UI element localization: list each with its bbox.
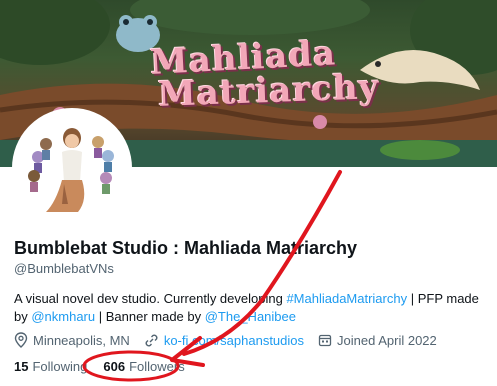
location-text: Minneapolis, MN (33, 332, 130, 348)
banner-logo: Mahliada Matriarchy (149, 33, 380, 115)
bio-text: A visual novel dev studio. Currently dev… (14, 291, 287, 306)
join-date: Joined April 2022 (318, 333, 437, 348)
profile-meta: Minneapolis, MN ko-fi.com/saphanstudios … (14, 332, 451, 348)
followers-label: Followers (129, 359, 185, 374)
annotation-arrow-shaft (182, 170, 342, 356)
join-date-text: Joined April 2022 (337, 332, 437, 348)
following-label: Following (32, 359, 88, 374)
avatar-illustration (16, 112, 128, 224)
user-handle: @BumblebatVNs (14, 261, 114, 276)
display-name: Bumblebat Studio : Mahliada Matriarchy (14, 238, 358, 258)
calendar-icon (318, 334, 332, 347)
hashtag-link[interactable]: #MahliadaMatriarchy (286, 291, 407, 306)
followers-count: 606 (103, 359, 126, 374)
banner-logo-line2: Matriarchy (157, 67, 380, 115)
following-count: 15 (14, 359, 29, 374)
website-link[interactable]: ko-fi.com/saphanstudios (164, 333, 304, 348)
mention-link-pfp[interactable]: @nkmharu (31, 309, 95, 324)
avatar[interactable] (12, 108, 132, 228)
website[interactable]: ko-fi.com/saphanstudios (144, 333, 304, 348)
following-link[interactable]: 15 Following (14, 359, 87, 374)
link-icon (145, 334, 158, 346)
location-icon (14, 332, 28, 348)
location: Minneapolis, MN (14, 332, 130, 348)
mention-link-banner[interactable]: @The_Hanibee (205, 309, 296, 324)
follow-stats: 15 Following 606 Followers (14, 359, 201, 374)
bio-text: | Banner made by (95, 309, 205, 324)
followers-link[interactable]: 606 Followers (103, 359, 184, 374)
profile-bio: A visual novel dev studio. Currently dev… (14, 290, 489, 326)
